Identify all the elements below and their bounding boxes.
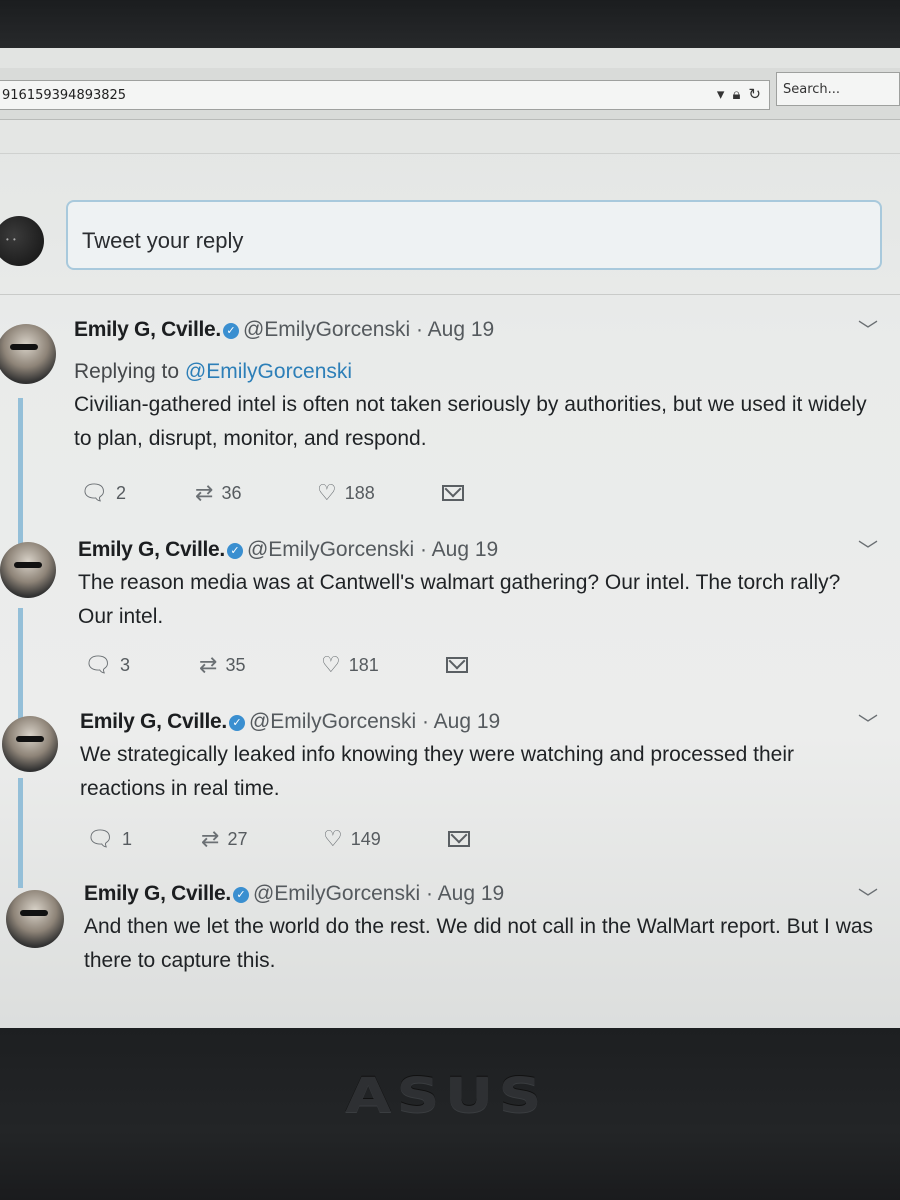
heart-icon: ♡ — [321, 652, 341, 677]
monitor-brand-logo: ASUS — [345, 1068, 547, 1124]
chevron-down-icon[interactable]: ﹀ — [858, 882, 878, 911]
replying-to: Replying to @EmilyGorcenski — [74, 360, 352, 384]
like-count: 188 — [344, 482, 375, 503]
address-bar-icons: ▾ 🔒︎ ↻ — [717, 85, 761, 103]
browser-toolbar: 916159394893825 ▾ 🔒︎ ↻ Search... — [0, 68, 900, 120]
tweet-actions: 🗨︎ 2 ⇄ 36 ♡ 188 — [80, 480, 464, 506]
replying-prefix: Replying to — [74, 360, 180, 383]
author-handle[interactable]: @EmilyGorcenski — [253, 882, 420, 905]
tweet-date[interactable]: Aug 19 — [432, 538, 499, 561]
tweet-header: Emily G, Cville. ✓ @EmilyGorcenski · Aug 1… — [84, 882, 504, 906]
avatar-text-decoration: • • — [6, 235, 17, 244]
direct-message-button[interactable] — [442, 485, 464, 501]
tweet-actions: 🗨︎ 3 ⇄ 35 ♡ 181 — [84, 652, 468, 678]
browser-search-input[interactable]: Search... — [776, 72, 900, 106]
tweet-author-avatar[interactable] — [6, 890, 64, 948]
tweet-text: Civilian-gathered intel is often not tak… — [74, 393, 867, 450]
reply-button[interactable]: 🗨︎ 1 — [86, 826, 201, 852]
tweet-date[interactable]: Aug 19 — [434, 710, 501, 733]
user-avatar[interactable]: • • — [0, 216, 44, 266]
tweet-text: The reason media was at Cantwell's walma… — [78, 571, 841, 628]
tweet-header: Emily G, Cville. ✓ @EmilyGorcenski · Aug 1… — [80, 710, 500, 734]
verified-badge-icon: ✓ — [228, 715, 245, 731]
author-name[interactable]: Emily G, Cville. — [74, 318, 221, 341]
tweet-actions: 🗨︎ 1 ⇄ 27 ♡ 149 — [86, 826, 470, 852]
author-name[interactable]: Emily G, Cville. — [84, 882, 231, 905]
like-count: 149 — [350, 828, 381, 849]
reply-count: 2 — [115, 482, 126, 503]
retweet-button[interactable]: ⇄ 36 — [195, 480, 317, 506]
tweet-author-avatar[interactable] — [2, 716, 58, 772]
retweet-icon: ⇄ — [201, 826, 220, 851]
chevron-down-icon[interactable]: ﹀ — [858, 534, 878, 563]
tweet-text: We strategically leaked info knowing the… — [80, 743, 794, 800]
heart-icon: ♡ — [317, 480, 337, 505]
mail-icon — [442, 485, 464, 501]
retweet-count: 35 — [225, 654, 246, 675]
tweet-author-avatar[interactable] — [0, 542, 56, 598]
tweet-reply-input[interactable]: Tweet your reply — [66, 200, 882, 270]
reply-count: 3 — [119, 654, 130, 675]
retweet-icon: ⇄ — [199, 652, 218, 677]
verified-badge-icon: ✓ — [226, 543, 243, 559]
retweet-button[interactable]: ⇄ 27 — [201, 826, 323, 852]
like-count: 181 — [348, 654, 379, 675]
mail-icon — [446, 657, 468, 673]
reply-count: 1 — [121, 828, 132, 849]
separator-dot: · — [419, 538, 427, 561]
verified-badge-icon: ✓ — [232, 887, 249, 903]
reply-button[interactable]: 🗨︎ 3 — [84, 652, 199, 678]
divider — [0, 294, 900, 295]
like-button[interactable]: ♡ 188 — [317, 480, 442, 506]
tweet-header: Emily G, Cville. ✓ @EmilyGorcenski · Aug 1… — [78, 538, 498, 562]
direct-message-button[interactable] — [448, 831, 470, 847]
tweet-text: And then we let the world do the rest. W… — [84, 915, 874, 972]
page-header-strip — [0, 120, 900, 154]
retweet-button[interactable]: ⇄ 35 — [199, 652, 321, 678]
heart-icon: ♡ — [323, 826, 343, 851]
thread-connector — [18, 608, 23, 728]
like-button[interactable]: ♡ 181 — [321, 652, 446, 678]
screen: 916159394893825 ▾ 🔒︎ ↻ Search... • • Twe… — [0, 48, 900, 1028]
tweet-date[interactable]: Aug 19 — [438, 882, 505, 905]
chevron-down-icon[interactable]: ﹀ — [858, 314, 878, 343]
like-button[interactable]: ♡ 149 — [323, 826, 448, 852]
separator-dot: · — [415, 318, 423, 341]
dropdown-arrow-icon[interactable]: ▾ — [717, 85, 725, 103]
tweet-date[interactable]: Aug 19 — [428, 318, 495, 341]
monitor-bezel-bottom: ASUS — [0, 1028, 900, 1200]
replying-to-link[interactable]: @EmilyGorcenski — [185, 360, 352, 383]
reply-icon: 🗨︎ — [86, 826, 114, 851]
retweet-count: 27 — [227, 828, 248, 849]
direct-message-button[interactable] — [446, 657, 468, 673]
address-bar[interactable]: 916159394893825 ▾ 🔒︎ ↻ — [0, 80, 770, 110]
author-handle[interactable]: @EmilyGorcenski — [247, 538, 414, 561]
reply-placeholder: Tweet your reply — [82, 228, 244, 253]
author-handle[interactable]: @EmilyGorcenski — [243, 318, 410, 341]
tweet-author-avatar[interactable] — [0, 324, 56, 384]
separator-dot: · — [425, 882, 433, 905]
tweet-header: Emily G, Cville. ✓ @EmilyGorcenski · Aug 1… — [74, 318, 494, 342]
chevron-down-icon[interactable]: ﹀ — [858, 708, 878, 737]
author-name[interactable]: Emily G, Cville. — [78, 538, 225, 561]
lock-icon: 🔒︎ — [732, 85, 741, 103]
url-text: 916159394893825 — [2, 87, 127, 103]
author-name[interactable]: Emily G, Cville. — [80, 710, 227, 733]
mail-icon — [448, 831, 470, 847]
reply-icon: 🗨︎ — [84, 652, 112, 677]
reply-icon: 🗨︎ — [80, 480, 108, 505]
reload-icon[interactable]: ↻ — [748, 85, 761, 103]
author-handle[interactable]: @EmilyGorcenski — [249, 710, 416, 733]
retweet-count: 36 — [221, 482, 242, 503]
search-placeholder: Search... — [783, 82, 841, 97]
verified-badge-icon: ✓ — [222, 323, 239, 339]
thread-connector — [18, 778, 23, 888]
separator-dot: · — [421, 710, 429, 733]
reply-button[interactable]: 🗨︎ 2 — [80, 480, 195, 506]
retweet-icon: ⇄ — [195, 480, 214, 505]
